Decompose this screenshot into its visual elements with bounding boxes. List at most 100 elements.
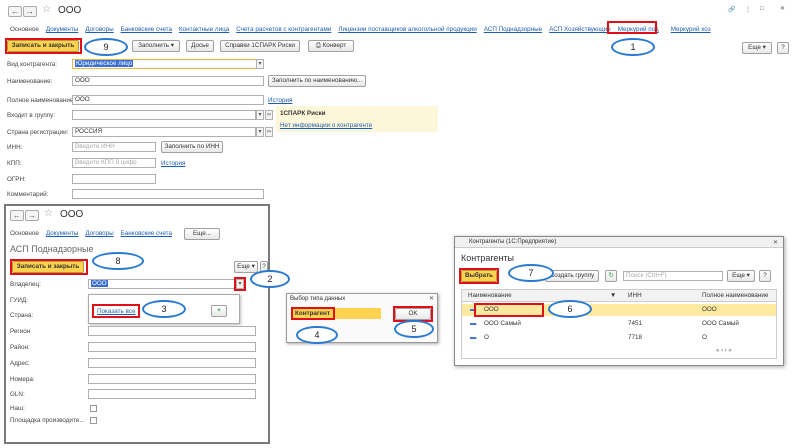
contractors-window: Контрагенты (1С:Предприятие) ✕ Контраген… <box>454 236 784 366</box>
tab-asp-business[interactable]: АСП Хозяйствующие <box>549 26 611 33</box>
menu-icon[interactable]: ⋮ <box>745 6 751 13</box>
name-field[interactable]: ООО <box>72 76 264 86</box>
district-field[interactable] <box>88 342 256 352</box>
gln-field[interactable] <box>88 389 256 399</box>
link-icon[interactable]: 🔗 <box>728 6 735 13</box>
contractors-more-button[interactable]: Еще ▾ <box>727 270 755 282</box>
tab-contracts[interactable]: Договоры <box>85 26 113 33</box>
sub-tabs-more-button[interactable]: Еще... <box>184 228 220 240</box>
picker-title: Выбор типа данных <box>290 296 346 302</box>
gln-label: GLN: <box>10 391 25 398</box>
sub-back-button[interactable]: ← <box>10 210 24 221</box>
table-nav-icons[interactable]: « ‹ › » <box>716 348 732 354</box>
callout-3: 3 <box>142 300 186 318</box>
search-input[interactable]: Поиск (Ctrl+F) <box>623 271 723 281</box>
kind-field[interactable]: Юридическое лицо <box>72 59 264 69</box>
numbers-label: Номера: <box>10 376 35 383</box>
sub-more-button[interactable]: Еще ▾ <box>234 261 258 273</box>
callout-8: 8 <box>92 252 144 270</box>
page-title: ООО <box>58 5 82 16</box>
sub-tab-bank-accounts[interactable]: Банковские счета <box>121 230 172 237</box>
country-dropdown-icon[interactable]: ▾ <box>256 127 264 137</box>
more-button[interactable]: Еще ▾ <box>742 42 772 54</box>
producer-checkbox[interactable] <box>90 417 97 424</box>
inn-field[interactable]: Введите ИНН <box>72 142 156 152</box>
full-name-label: Полное наименование: <box>7 97 76 104</box>
help-button[interactable]: ? <box>777 42 789 54</box>
region-field[interactable] <box>88 326 256 336</box>
owner-field[interactable]: ООО <box>88 279 240 289</box>
tab-main[interactable]: Основное <box>10 26 39 33</box>
comment-field[interactable] <box>72 189 264 199</box>
owner-label: Владелец: <box>10 281 41 288</box>
sub-title: ООО <box>60 209 84 220</box>
tab-alcohol-licenses[interactable]: Лицензии поставщиков алкогольной продукц… <box>338 26 476 33</box>
address-field[interactable] <box>88 358 256 368</box>
country-open-icon[interactable]: ∞ <box>265 127 273 137</box>
contractors-help-button[interactable]: ? <box>759 270 771 282</box>
picker-close-icon[interactable]: ✕ <box>429 295 434 302</box>
callout-6: 6 <box>548 300 592 318</box>
contractors-table: Наименование ▼ ИНН Полное наименование ▬… <box>461 289 777 359</box>
fill-by-name-button[interactable]: Заполнить по наименованию... <box>268 75 366 87</box>
tab-bank-accounts[interactable]: Банковские счета <box>121 26 172 33</box>
close-icon[interactable]: ✕ <box>780 5 785 12</box>
numbers-field[interactable] <box>88 374 256 384</box>
sub-favorite-star-icon[interactable]: ☆ <box>44 208 53 219</box>
full-name-field[interactable]: ООО <box>72 95 264 105</box>
contractors-heading: Контрагенты <box>461 253 515 263</box>
callout-4: 4 <box>296 326 338 344</box>
fill-button[interactable]: Заполнить ▾ <box>132 40 180 52</box>
region-label: Регион <box>10 328 31 335</box>
window-restore-icon[interactable]: □ <box>760 6 764 12</box>
callout-2: 2 <box>250 270 290 288</box>
table-header: Наименование ▼ ИНН Полное наименование <box>462 290 776 302</box>
back-button[interactable]: ← <box>8 6 22 17</box>
group-open-icon[interactable]: ∞ <box>265 110 273 120</box>
sub-tab-contracts[interactable]: Договоры <box>85 230 113 237</box>
history-link[interactable]: История <box>268 97 292 104</box>
group-field[interactable] <box>72 110 256 120</box>
forward-button[interactable]: → <box>23 6 37 17</box>
tab-asp-supervised[interactable]: АСП Поднадзорные <box>484 26 542 33</box>
add-plus-button[interactable]: + <box>211 305 227 317</box>
fill-by-inn-button[interactable]: Заполнить по ИНН <box>161 141 223 153</box>
sub-forward-button[interactable]: → <box>25 210 39 221</box>
table-row[interactable]: ▬ О 7718 О <box>462 332 776 344</box>
envelope-button[interactable]: ⎙ Конверт <box>308 40 354 52</box>
kpp-field[interactable]: Введите КПП 9 цифр <box>72 158 156 168</box>
sub-heading: АСП Поднадзорные <box>10 244 94 254</box>
sort-icon: ▼ <box>610 292 617 299</box>
group-dropdown-icon[interactable]: ▾ <box>256 110 264 120</box>
highlight-show-all <box>92 304 140 318</box>
highlight-select <box>459 268 499 284</box>
ogrn-label: ОГРН: <box>7 176 26 183</box>
tab-mercury-biz[interactable]: Меркурий хоз <box>671 26 711 33</box>
ogrn-field[interactable] <box>72 174 156 184</box>
group-label: Входит в группу: <box>7 112 56 119</box>
refresh-button[interactable]: ↻ <box>605 270 617 282</box>
tab-documents[interactable]: Документы <box>46 26 78 33</box>
contractors-titlebar: Контрагенты (1С:Предприятие) ✕ <box>455 237 783 248</box>
asp-subwindow: ← → ☆ ООО Основное Документы Договоры Ба… <box>4 204 270 444</box>
favorite-star-icon[interactable]: ☆ <box>42 4 51 15</box>
ours-checkbox[interactable] <box>90 405 97 412</box>
dossier-button[interactable]: Досье <box>186 40 214 52</box>
callout-1: 1 <box>611 38 655 56</box>
country-field[interactable]: РОССИЯ <box>72 127 256 137</box>
contractors-close-icon[interactable]: ✕ <box>773 239 778 246</box>
spark-refs-button[interactable]: Справки 1СПАРК Риски <box>220 40 300 52</box>
callout-5: 5 <box>394 320 434 338</box>
tab-contacts[interactable]: Контактные лица <box>179 26 229 33</box>
sub-tab-documents[interactable]: Документы <box>46 230 78 237</box>
district-label: Район: <box>10 344 30 351</box>
kind-label: Вид контрагента: <box>7 61 58 68</box>
kind-dropdown-icon[interactable]: ▾ <box>256 59 264 69</box>
table-row[interactable]: ▬ ООО Самый 7451 ООО Самый <box>462 318 776 330</box>
kpp-history-link[interactable]: История <box>161 160 185 167</box>
sub-tab-main[interactable]: Основное <box>10 230 39 237</box>
highlight-row <box>474 303 544 317</box>
callout-9: 9 <box>84 38 128 56</box>
tab-settlement-accounts[interactable]: Счета расчетов с контрагентами <box>236 26 331 33</box>
spark-no-info-link[interactable]: Нет информации о контрагенте <box>280 122 372 129</box>
